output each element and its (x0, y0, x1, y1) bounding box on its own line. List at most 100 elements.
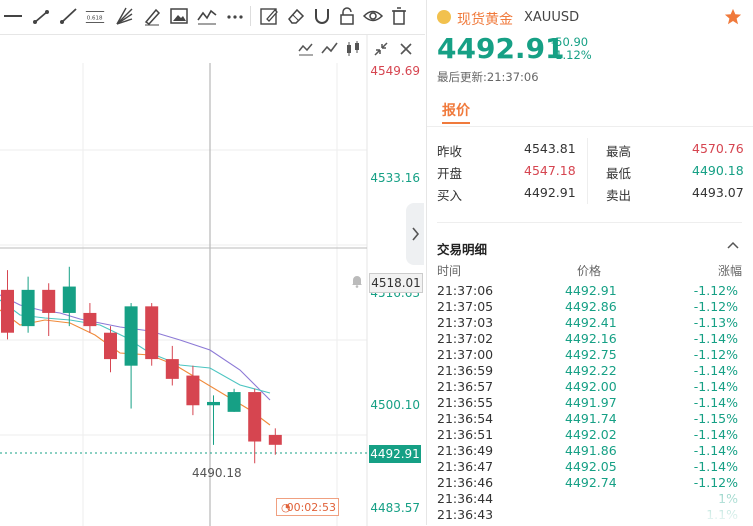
trade-pct: -1.15% (693, 411, 738, 426)
trade-pct: -1.14% (693, 331, 738, 346)
trend-line-icon[interactable] (30, 5, 52, 27)
trash-icon[interactable] (388, 5, 410, 27)
trade-price: 4492.74 (565, 475, 617, 490)
trade-pct: -1.12% (693, 347, 738, 362)
trade-row: 21:37:03 4492.41 -1.13% (437, 315, 742, 331)
ray-icon[interactable] (57, 5, 79, 27)
axis-price-top: 4549.69 (370, 64, 420, 78)
open-value: 4547.18 (524, 163, 576, 178)
prev-close-label: 昨收 (437, 144, 463, 159)
trade-pct: -1.14% (693, 363, 738, 378)
trade-row: 21:37:06 4492.91 -1.12% (437, 283, 742, 299)
eye-icon[interactable] (362, 5, 384, 27)
clock-icon: ◔ (281, 501, 291, 514)
collapse-icon[interactable] (371, 39, 391, 59)
candle (1, 270, 14, 340)
candle-body (1, 289, 14, 333)
trade-price: 4492.16 (565, 331, 617, 346)
fib-label: 0.618 (87, 16, 103, 22)
trade-time: 21:36:55 (437, 395, 494, 410)
candle (42, 283, 56, 337)
instrument-symbol: XAUUSD (524, 10, 580, 25)
trade-time: 21:36:44 (437, 491, 494, 506)
trade-price: 4492.05 (565, 459, 617, 474)
chevron-up-icon[interactable] (725, 238, 741, 254)
trade-time: 21:36:59 (437, 363, 494, 378)
high-value: 4570.76 (692, 141, 744, 156)
indicator-icon[interactable] (296, 39, 316, 59)
trade-price: 4492.02 (565, 427, 617, 442)
lock-icon[interactable] (336, 5, 358, 27)
trade-time: 21:36:51 (437, 427, 494, 442)
trade-time: 21:37:02 (437, 331, 494, 346)
gold-icon (437, 10, 451, 24)
candle-body (207, 401, 220, 406)
prev-close-value: 4543.81 (524, 141, 576, 156)
candle (248, 388, 262, 464)
trade-pct: -1.14% (693, 459, 738, 474)
axis-price-2: 4533.16 (370, 171, 420, 185)
trade-time: 21:36:46 (437, 475, 494, 490)
candle (21, 276, 35, 333)
candle (165, 345, 179, 386)
candle (227, 388, 241, 412)
open-label: 开盘 (437, 166, 463, 181)
favorite-star-icon[interactable] (724, 8, 742, 26)
candle-body (248, 392, 262, 442)
fibonacci-icon[interactable]: 0.618 (84, 5, 108, 27)
quote-panel: 现货黄金 XAUUSD 4492.91 -50.90 -1.12% 最后更新:2… (426, 0, 753, 525)
close-icon[interactable] (396, 39, 416, 59)
buy-label: 买入 (437, 188, 463, 203)
magnet-icon[interactable] (311, 5, 333, 27)
trade-pct: -1.14% (693, 427, 738, 442)
kline-chart[interactable]: 4549.69 4533.16 4516.63 4500.10 4483.57 … (0, 34, 425, 526)
toolbar-divider (250, 6, 251, 26)
trade-row: 21:36:55 4491.97 -1.14% (437, 395, 742, 411)
last-updated: 最后更新:21:37:06 (437, 70, 539, 84)
candle-body (268, 434, 282, 445)
sell-value: 4493.07 (692, 185, 744, 200)
stats-divider (587, 138, 588, 204)
candle-body (83, 312, 97, 327)
candle-body (124, 306, 138, 366)
trade-price: 4492.86 (565, 299, 617, 314)
trade-row: 21:36:49 4491.86 -1.14% (437, 443, 742, 459)
more-icon[interactable] (224, 5, 246, 27)
pattern-icon[interactable] (196, 5, 218, 27)
candle (268, 428, 282, 455)
trade-pct: -1.14% (693, 443, 738, 458)
line-type-icon[interactable] (320, 39, 340, 59)
trade-pct: -1.13% (693, 315, 738, 330)
trade-pct: -1.12% (693, 475, 738, 490)
expand-panel-handle[interactable] (406, 203, 424, 265)
brush-icon[interactable] (141, 5, 163, 27)
countdown-timer: ◔ 00:02:53 (276, 498, 339, 516)
eraser-icon[interactable] (285, 5, 307, 27)
trade-price: 4492.00 (565, 379, 617, 394)
edit-icon[interactable] (258, 5, 280, 27)
trade-pct: -1.12% (693, 283, 738, 298)
trade-time: 21:36:57 (437, 379, 494, 394)
fan-icon[interactable] (113, 5, 135, 27)
trade-time: 21:37:00 (437, 347, 494, 362)
trade-row: 21:36:51 4492.02 -1.14% (437, 427, 742, 443)
trade-row: 21:36:47 4492.05 -1.14% (437, 459, 742, 475)
image-icon[interactable] (168, 5, 190, 27)
instrument-name: 现货黄金 (457, 12, 513, 28)
candle-body (227, 392, 241, 412)
alert-bell-icon[interactable] (349, 273, 365, 289)
trade-time: 21:37:03 (437, 315, 494, 330)
trade-pct: -1.14% (693, 395, 738, 410)
candle-type-icon[interactable] (343, 39, 363, 59)
countdown-text: 00:02:53 (286, 501, 336, 514)
sell-label: 卖出 (606, 188, 632, 203)
tab-quote[interactable]: 报价 (442, 100, 470, 120)
horizontal-line-icon[interactable] (2, 5, 24, 27)
trade-row: 21:37:02 4492.16 -1.14% (437, 331, 742, 347)
candle (207, 395, 220, 445)
axis-price-5: 4483.57 (370, 501, 420, 515)
candle-body (104, 332, 117, 360)
trades-title: 交易明细 (437, 242, 488, 257)
price-change: -50.90 (551, 35, 589, 49)
trade-price: 4492.22 (565, 363, 617, 378)
